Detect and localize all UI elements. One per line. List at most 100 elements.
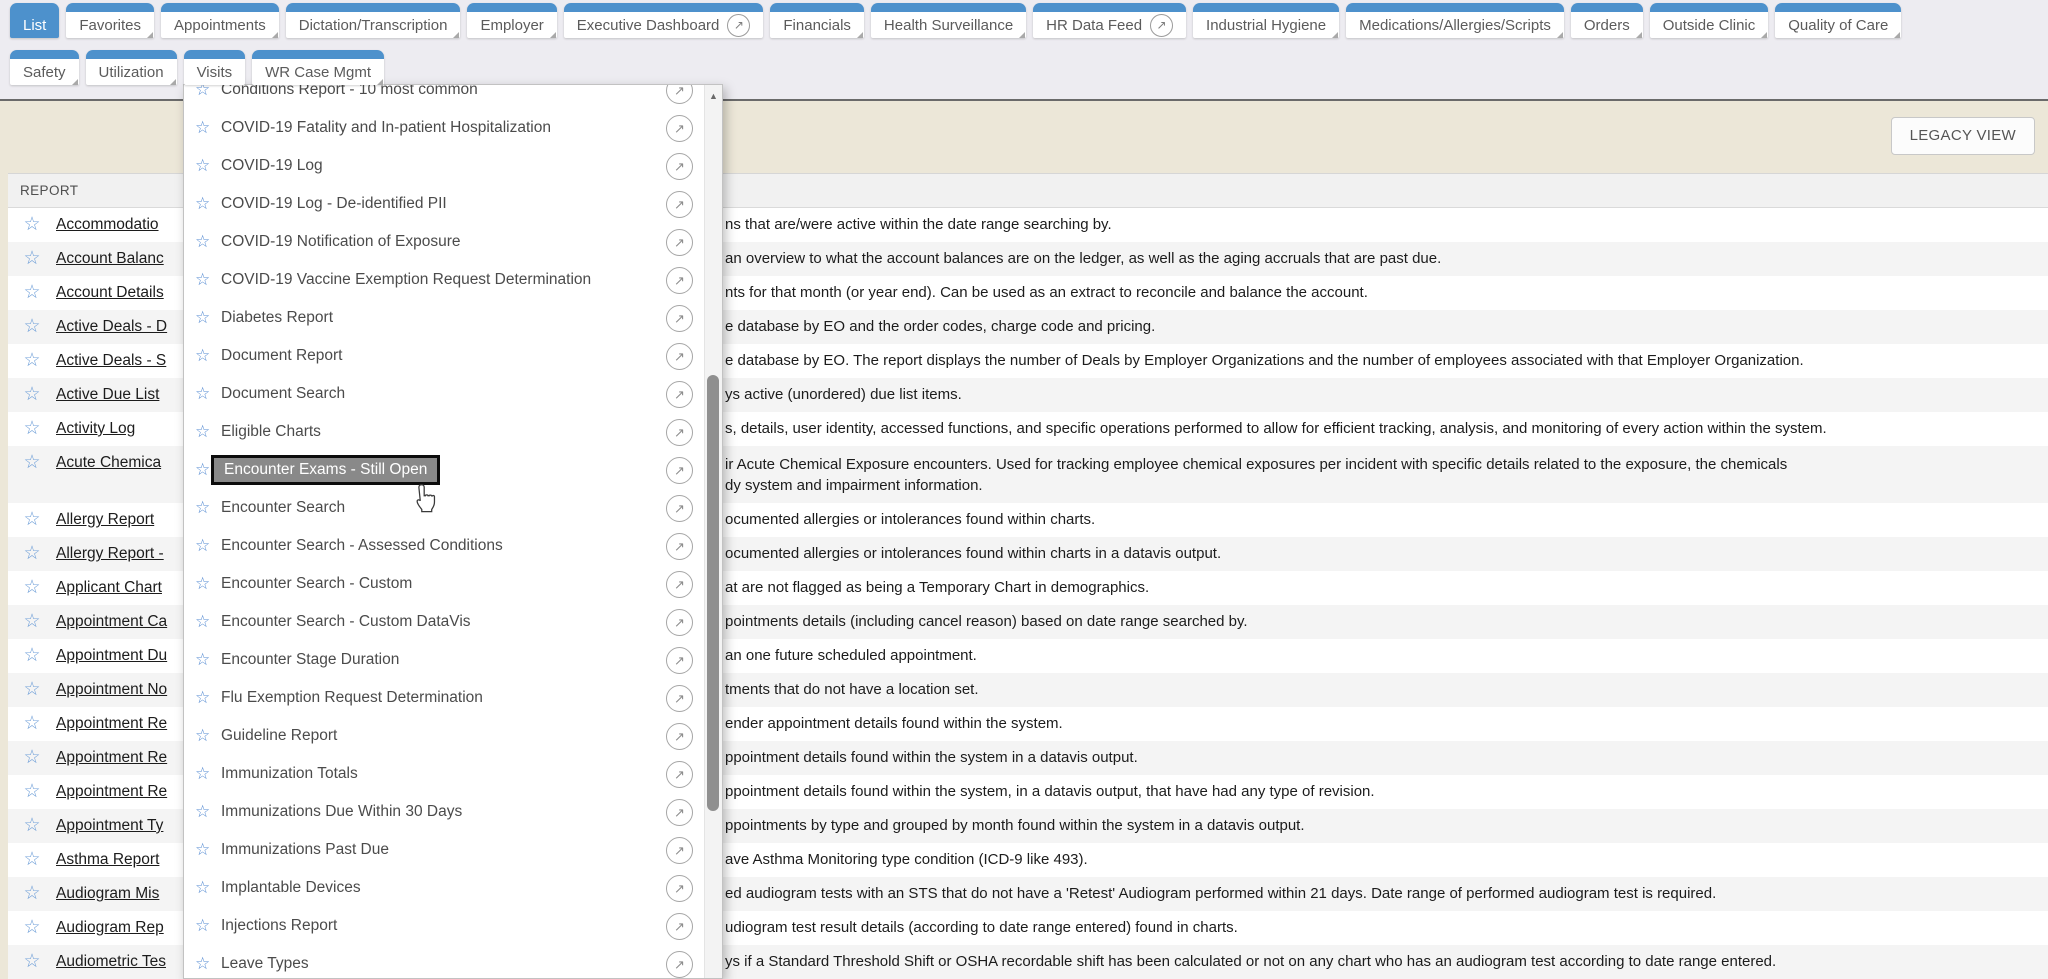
favorite-star-icon[interactable]: ☆ [8, 707, 56, 741]
report-link[interactable]: Active Deals - S [56, 352, 166, 369]
favorite-star-icon[interactable]: ☆ [8, 673, 56, 707]
open-in-new-icon[interactable]: ↗ [666, 305, 693, 332]
favorite-star-icon[interactable]: ☆ [195, 802, 221, 822]
open-in-new-icon[interactable]: ↗ [666, 685, 693, 712]
favorite-star-icon[interactable]: ☆ [8, 911, 56, 945]
favorite-star-icon[interactable]: ☆ [195, 308, 221, 328]
report-link[interactable]: Appointment Du [56, 647, 167, 664]
open-in-new-icon[interactable]: ↗ [666, 723, 693, 750]
tab-favorites[interactable]: Favorites [66, 3, 154, 38]
menu-item-flu-exemption-request-determination[interactable]: ☆Flu Exemption Request Determination↗ [184, 679, 705, 717]
menu-item-conditions-report-10-most-common[interactable]: ☆Conditions Report - 10 most common↗ [184, 84, 705, 109]
menu-item-implantable-devices[interactable]: ☆Implantable Devices↗ [184, 869, 705, 907]
favorite-star-icon[interactable]: ☆ [195, 194, 221, 214]
open-in-new-icon[interactable]: ↗ [666, 115, 693, 142]
tab-orders[interactable]: Orders [1571, 3, 1643, 38]
favorite-star-icon[interactable]: ☆ [195, 156, 221, 176]
report-link[interactable]: Audiogram Rep [56, 919, 164, 936]
menu-item-immunizations-past-due[interactable]: ☆Immunizations Past Due↗ [184, 831, 705, 869]
tab-dictation-transcription[interactable]: Dictation/Transcription [286, 3, 461, 38]
open-in-new-icon[interactable]: ↗ [666, 381, 693, 408]
menu-item-covid-19-fatality-and-in-patient-hospitalization[interactable]: ☆COVID-19 Fatality and In-patient Hospit… [184, 109, 705, 147]
favorite-star-icon[interactable]: ☆ [195, 612, 221, 632]
favorite-star-icon[interactable]: ☆ [195, 232, 221, 252]
favorite-star-icon[interactable]: ☆ [195, 270, 221, 290]
tab-employer[interactable]: Employer [467, 3, 556, 38]
favorite-star-icon[interactable]: ☆ [8, 639, 56, 673]
favorite-star-icon[interactable]: ☆ [8, 503, 56, 537]
favorite-star-icon[interactable]: ☆ [8, 344, 56, 378]
open-in-new-icon[interactable]: ↗ [666, 495, 693, 522]
menu-item-encounter-search-custom[interactable]: ☆Encounter Search - Custom↗ [184, 565, 705, 603]
favorite-star-icon[interactable]: ☆ [8, 378, 56, 412]
favorite-star-icon[interactable]: ☆ [195, 536, 221, 556]
menu-item-covid-19-notification-of-exposure[interactable]: ☆COVID-19 Notification of Exposure↗ [184, 223, 705, 261]
open-in-new-icon[interactable]: ↗ [666, 761, 693, 788]
report-link[interactable]: Audiogram Mis [56, 885, 159, 902]
menu-item-eligible-charts[interactable]: ☆Eligible Charts↗ [184, 413, 705, 451]
favorite-star-icon[interactable]: ☆ [8, 775, 56, 809]
tab-appointments[interactable]: Appointments [161, 3, 279, 38]
favorite-star-icon[interactable]: ☆ [195, 84, 221, 100]
open-in-new-icon[interactable]: ↗ [666, 571, 693, 598]
favorite-star-icon[interactable]: ☆ [8, 242, 56, 276]
tab-industrial-hygiene[interactable]: Industrial Hygiene [1193, 3, 1339, 38]
menu-item-covid-19-log[interactable]: ☆COVID-19 Log↗ [184, 147, 705, 185]
open-in-new-icon[interactable]: ↗ [666, 875, 693, 902]
report-link[interactable]: Appointment Re [56, 783, 167, 800]
dropdown-scrollbar[interactable]: ▲ [704, 85, 722, 978]
report-link[interactable]: Account Details [56, 284, 164, 301]
open-in-new-icon[interactable]: ↗ [666, 799, 693, 826]
favorite-star-icon[interactable]: ☆ [8, 208, 56, 242]
favorite-star-icon[interactable]: ☆ [8, 741, 56, 775]
favorite-star-icon[interactable]: ☆ [195, 764, 221, 784]
favorite-star-icon[interactable]: ☆ [195, 346, 221, 366]
favorite-star-icon[interactable]: ☆ [195, 916, 221, 936]
open-in-new-icon[interactable]: ↗ [666, 229, 693, 256]
favorite-star-icon[interactable]: ☆ [195, 954, 221, 974]
open-in-new-icon[interactable]: ↗ [666, 837, 693, 864]
tab-wr-case-mgmt[interactable]: WR Case Mgmt [252, 50, 384, 85]
favorite-star-icon[interactable]: ☆ [8, 605, 56, 639]
favorite-star-icon[interactable]: ☆ [8, 945, 56, 979]
report-link[interactable]: Audiometric Tes [56, 953, 166, 970]
open-in-new-icon[interactable]: ↗ [666, 267, 693, 294]
report-link[interactable]: Acute Chemica [56, 454, 161, 471]
favorite-star-icon[interactable]: ☆ [195, 422, 221, 442]
report-link[interactable]: Active Due List [56, 386, 159, 403]
favorite-star-icon[interactable]: ☆ [8, 843, 56, 877]
favorite-star-icon[interactable]: ☆ [195, 118, 221, 138]
external-link-icon[interactable]: ↗ [1150, 14, 1173, 37]
scroll-up-arrow-icon[interactable]: ▲ [705, 91, 722, 101]
report-link[interactable]: Account Balanc [56, 250, 164, 267]
tab-safety[interactable]: Safety [10, 50, 79, 85]
open-in-new-icon[interactable]: ↗ [666, 609, 693, 636]
favorite-star-icon[interactable]: ☆ [195, 498, 221, 518]
favorite-star-icon[interactable]: ☆ [8, 412, 56, 446]
menu-item-diabetes-report[interactable]: ☆Diabetes Report↗ [184, 299, 705, 337]
favorite-star-icon[interactable]: ☆ [195, 688, 221, 708]
open-in-new-icon[interactable]: ↗ [666, 913, 693, 940]
menu-item-covid-19-vaccine-exemption-request-determination[interactable]: ☆COVID-19 Vaccine Exemption Request Dete… [184, 261, 705, 299]
menu-item-covid-19-log-de-identified-pii[interactable]: ☆COVID-19 Log - De-identified PII↗ [184, 185, 705, 223]
favorite-star-icon[interactable]: ☆ [8, 877, 56, 911]
legacy-view-button[interactable]: LEGACY VIEW [1891, 117, 2035, 155]
report-link[interactable]: Appointment Re [56, 749, 167, 766]
menu-item-encounter-search-assessed-conditions[interactable]: ☆Encounter Search - Assessed Conditions↗ [184, 527, 705, 565]
favorite-star-icon[interactable]: ☆ [8, 537, 56, 571]
favorite-star-icon[interactable]: ☆ [8, 310, 56, 344]
favorite-star-icon[interactable]: ☆ [195, 384, 221, 404]
report-link[interactable]: Applicant Chart [56, 579, 162, 596]
open-in-new-icon[interactable]: ↗ [666, 191, 693, 218]
report-link[interactable]: Appointment No [56, 681, 167, 698]
open-in-new-icon[interactable]: ↗ [666, 419, 693, 446]
tab-hr-data-feed[interactable]: HR Data Feed↗ [1033, 3, 1186, 38]
tab-visits[interactable]: Visits [184, 50, 246, 85]
report-link[interactable]: Active Deals - D [56, 318, 167, 335]
menu-item-encounter-stage-duration[interactable]: ☆Encounter Stage Duration↗ [184, 641, 705, 679]
favorite-star-icon[interactable]: ☆ [195, 878, 221, 898]
report-link[interactable]: Allergy Report [56, 511, 154, 528]
menu-item-document-report[interactable]: ☆Document Report↗ [184, 337, 705, 375]
open-in-new-icon[interactable]: ↗ [666, 647, 693, 674]
report-link[interactable]: Allergy Report - [56, 545, 164, 562]
